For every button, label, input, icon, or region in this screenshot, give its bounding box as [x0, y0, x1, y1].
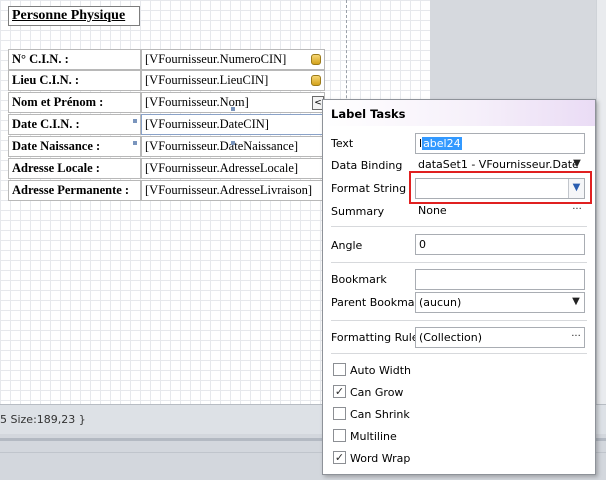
label-tasks-title: Label Tasks [331, 107, 406, 121]
label-tasks-header: Label Tasks [323, 100, 595, 126]
summary-value: None [418, 204, 447, 217]
angle-input[interactable]: 0 [415, 234, 585, 255]
ellipsis-icon[interactable]: ··· [568, 328, 584, 347]
formatting-rules-field[interactable]: (Collection) ··· [415, 327, 585, 348]
label-adresse-locale[interactable]: Adresse Locale : [8, 158, 141, 179]
label-tasks-panel: Label Tasks Text label24 Data Binding da… [322, 99, 596, 475]
can-grow-label: Can Grow [350, 386, 404, 399]
selection-handle[interactable] [133, 141, 137, 145]
formatting-rules-label: Formatting Rules [331, 331, 425, 344]
parent-bookmark-select[interactable]: (aucun) ▼ [415, 292, 585, 313]
can-grow-checkbox[interactable]: ✓ [333, 385, 346, 398]
angle-value: 0 [419, 238, 426, 251]
multiline-checkbox[interactable] [333, 429, 346, 442]
text-input-selection: abel24 [422, 137, 462, 150]
label-nom-prenom[interactable]: Nom et Prénom : [8, 92, 141, 113]
summary-field[interactable]: None ··· [415, 201, 585, 222]
formatting-rules-value: (Collection) [419, 331, 482, 344]
vertical-scrollbar[interactable] [596, 0, 606, 404]
field-adresse-locale[interactable]: [VFournisseur.AdresseLocale] [141, 158, 325, 179]
status-size-text: 5 Size:189,23 } [0, 413, 86, 426]
field-adresse-livraison[interactable]: [VFournisseur.AdresseLivraison] [141, 180, 325, 201]
data-binding-label: Data Binding [331, 159, 403, 172]
angle-label: Angle [331, 239, 363, 252]
word-wrap-label: Word Wrap [350, 452, 411, 465]
text-input[interactable]: label24 [415, 133, 585, 154]
check-icon: ✓ [334, 451, 345, 464]
text-property-label: Text [331, 137, 354, 150]
label-adresse-permanente[interactable]: Adresse Permanente : [8, 180, 141, 201]
field-lieu-cin[interactable]: [VFournisseur.LieuCIN] [141, 70, 325, 91]
database-field-icon [311, 54, 321, 65]
field-date-cin[interactable]: [VFournisseur.DateCIN] [141, 114, 325, 135]
label-date-naissance[interactable]: Date Naissance : [8, 136, 141, 157]
bookmark-input[interactable] [415, 269, 585, 290]
word-wrap-checkbox[interactable]: ✓ [333, 451, 346, 464]
field-numero-cin[interactable]: [VFournisseur.NumeroCIN] [141, 49, 325, 70]
label-date-cin[interactable]: Date C.I.N. : [8, 114, 141, 135]
parent-bookmark-value: (aucun) [419, 296, 462, 309]
selection-handle[interactable] [231, 107, 235, 111]
page-title-label[interactable]: Personne Physique [8, 6, 140, 26]
data-binding-value: dataSet1 - VFournisseur.Date [418, 158, 579, 171]
section-divider [331, 353, 587, 354]
field-date-naissance[interactable]: [VFournisseur.DateNaissance] [141, 136, 325, 157]
selection-handle[interactable] [231, 141, 235, 145]
database-field-icon [311, 75, 321, 86]
chevron-down-icon[interactable]: ▼ [568, 293, 584, 312]
section-divider [331, 226, 587, 227]
bookmark-label: Bookmark [331, 273, 387, 286]
multiline-label: Multiline [350, 430, 397, 443]
parent-bookmark-label: Parent Bookmark [331, 296, 426, 309]
can-shrink-label: Can Shrink [350, 408, 410, 421]
highlight-annotation-frame [409, 171, 592, 204]
format-string-label: Format String [331, 182, 407, 195]
auto-width-label: Auto Width [350, 364, 411, 377]
can-shrink-checkbox[interactable] [333, 407, 346, 420]
section-divider [331, 262, 587, 263]
summary-label: Summary [331, 205, 385, 218]
label-cin[interactable]: N° C.I.N. : [8, 49, 141, 70]
check-icon: ✓ [334, 385, 345, 398]
section-divider [331, 320, 587, 321]
auto-width-checkbox[interactable] [333, 363, 346, 376]
selection-handle[interactable] [133, 119, 137, 123]
label-lieu-cin[interactable]: Lieu C.I.N. : [8, 70, 141, 91]
